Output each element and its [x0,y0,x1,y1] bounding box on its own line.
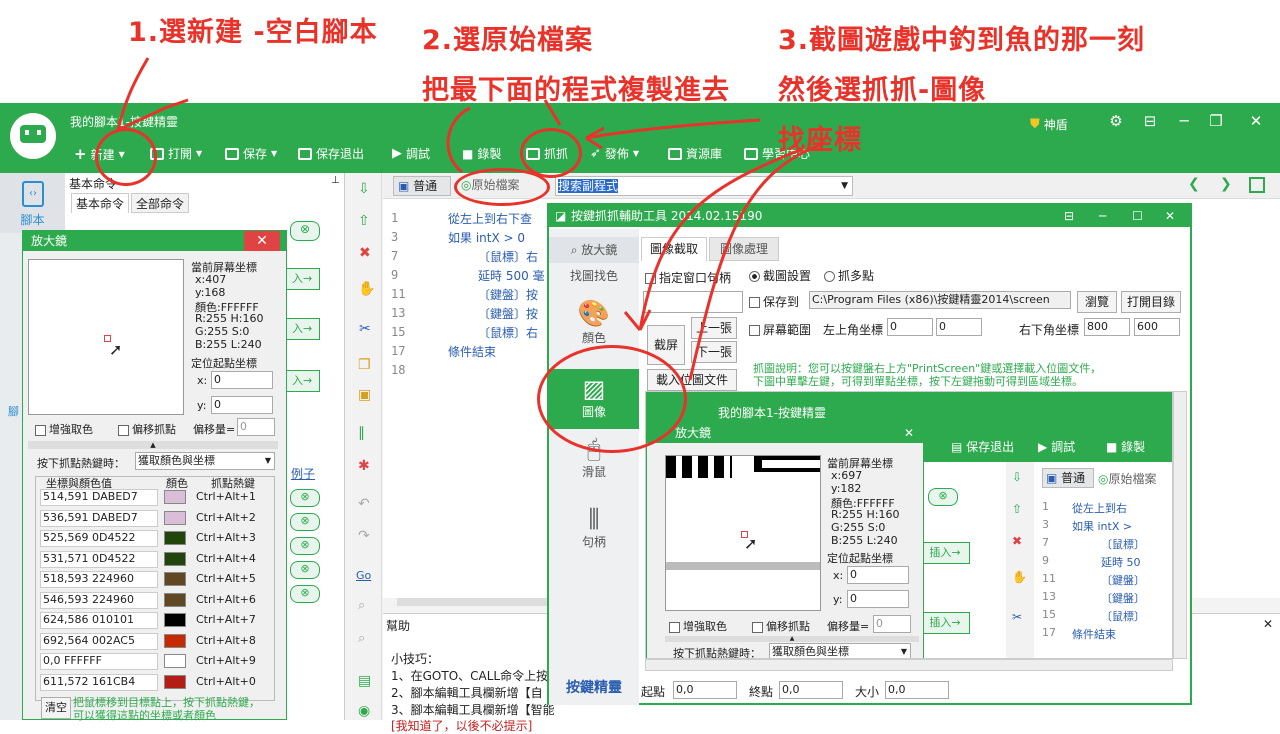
arrow-to-new [117,98,189,132]
arrowhead [623,309,652,331]
arrow-to-capture [688,143,821,381]
arrowhead [585,126,605,150]
arrow-to-raw [446,106,471,174]
arrow-to-grab [543,99,562,126]
arrow-to-grab [585,118,761,140]
arrow-to-image [638,148,801,331]
annotation-arrows [116,57,821,381]
